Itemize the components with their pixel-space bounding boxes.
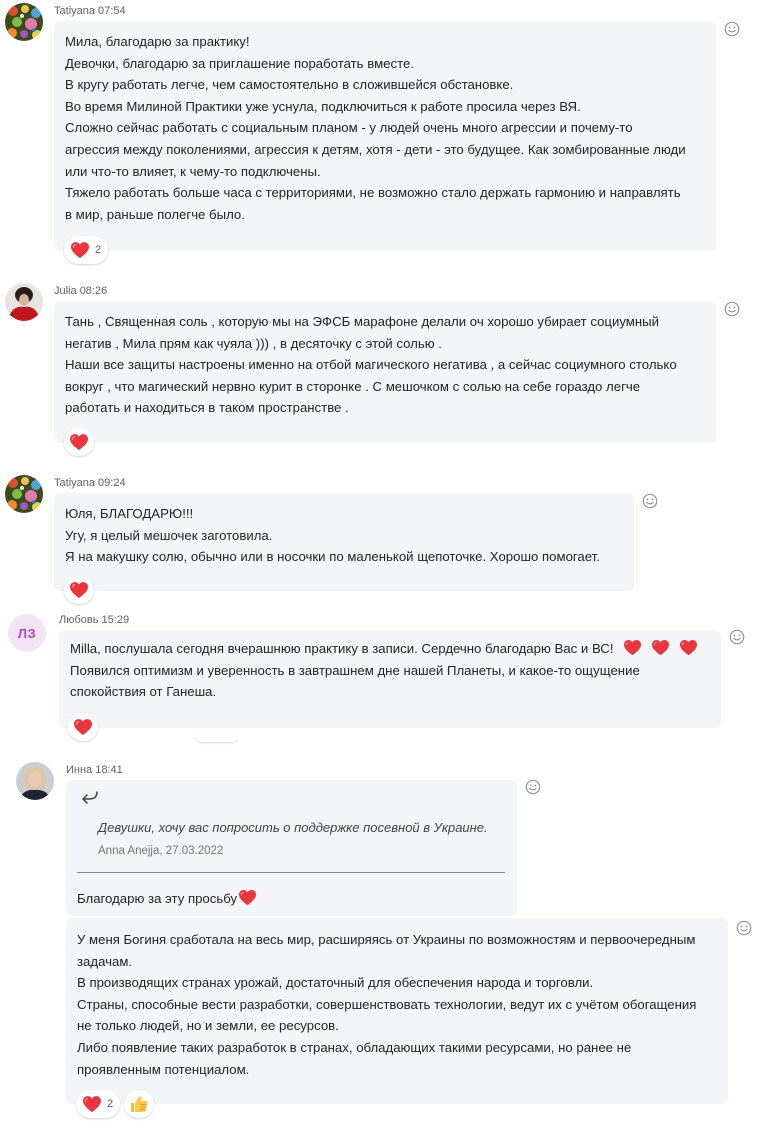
heart-emoji-icon <box>623 639 642 656</box>
heart-icon <box>73 718 93 736</box>
text-line: Milla, послушала сегодня вчерашнюю практ… <box>70 638 698 660</box>
reaction-heart[interactable] <box>68 713 98 741</box>
message-meta: Tatiyana 07:54 <box>54 5 126 17</box>
add-reaction-icon[interactable] <box>723 300 741 318</box>
reaction-count: 2 <box>107 1098 114 1110</box>
add-reaction-icon[interactable] <box>723 20 741 38</box>
message-text: Тань , Священная соль , которую мы на ЭФ… <box>65 311 677 419</box>
heart-emoji-icon <box>679 639 698 656</box>
avatar[interactable] <box>5 283 43 321</box>
text-line: Либо появление таких разработок в страна… <box>77 1039 632 1055</box>
hover-toolbar-edge <box>196 736 238 742</box>
avatar[interactable] <box>5 475 43 513</box>
reaction-heart[interactable]: 2 <box>64 236 108 264</box>
text-line: Тяжело работать больше часа с территория… <box>65 185 681 201</box>
text-span: Milla, послушала сегодня вчерашнюю практ… <box>70 641 614 656</box>
timestamp: 18:41 <box>95 764 123 776</box>
text-line: вокруг , что магический нервно курит в с… <box>65 378 641 394</box>
quoted-message-author: Anna Anejja, 27.03.2022 <box>98 845 224 857</box>
quoted-message-text[interactable]: Девушки, хочу вас попросить о поддержке … <box>98 820 488 835</box>
text-line: агрессия между поколениями, агрессия к д… <box>65 141 686 157</box>
text-line: задачам. <box>77 953 133 969</box>
text-span: Благодарю за эту просьбу <box>77 891 238 906</box>
quote-divider <box>77 872 505 873</box>
thumbs-up-icon <box>131 1096 148 1112</box>
reaction-heart[interactable] <box>64 428 94 456</box>
timestamp: 15:29 <box>101 614 130 626</box>
text-line: У меня Богиня сработала на весь мир, рас… <box>77 932 696 947</box>
text-line: Я на макушку солю, обычно или в носочки … <box>65 549 600 565</box>
text-line: Угу, я целый мешочек заготовила. <box>65 527 273 543</box>
add-reaction-icon[interactable] <box>641 492 659 510</box>
text-line: Мила, благодарю за практику! <box>65 34 250 49</box>
message-text: Мила, благодарю за практику! Девочки, бл… <box>65 31 686 225</box>
message-meta: Инна 18:41 <box>66 764 123 776</box>
reply-arrow-icon <box>82 791 98 804</box>
add-reaction-icon[interactable] <box>728 628 746 646</box>
text-line: спокойствия от Ганеша. <box>70 684 217 700</box>
author-name: Tatiyana <box>54 5 95 17</box>
avatar-initials: ЛЗ <box>17 625 37 641</box>
message-text: Milla, послушала сегодня вчерашнюю практ… <box>70 638 698 703</box>
text-line: Сложно сейчас работать с социальным план… <box>65 120 633 136</box>
timestamp: 09:24 <box>98 477 126 489</box>
add-reaction-icon[interactable] <box>524 778 542 796</box>
text-line: Страны, способные вести разработки, сове… <box>77 996 697 1012</box>
heart-icon <box>82 1095 102 1113</box>
avatar[interactable] <box>5 3 43 41</box>
author-name: Инна <box>66 764 93 776</box>
text-line: Во время Милиной Практики уже уснула, по… <box>65 98 581 114</box>
reaction-heart[interactable]: 2 <box>76 1090 120 1118</box>
author-name: Tatiyana <box>54 477 95 489</box>
text-line: не только людей, но и земли, ее ресурсов… <box>77 1018 339 1034</box>
heart-emoji-icon <box>651 639 670 656</box>
timestamp: 07:54 <box>98 5 126 17</box>
reaction-heart[interactable] <box>64 576 94 604</box>
heart-emoji-icon <box>238 889 257 906</box>
text-line: негатив , Мила прям как чуяла ))) , в де… <box>65 335 442 351</box>
text-line: Девочки, благодарю за приглашение порабо… <box>65 55 414 71</box>
add-reaction-icon[interactable] <box>735 919 753 937</box>
heart-icon <box>69 433 89 451</box>
timestamp: 08:26 <box>79 285 108 297</box>
message-meta: Tatiyana 09:24 <box>54 477 126 489</box>
text-line: проявленным потенциалом. <box>77 1061 250 1077</box>
avatar[interactable] <box>16 762 54 800</box>
text-line: Благодарю за эту просьбу <box>77 888 257 910</box>
text-line: В производящих странах урожай, достаточн… <box>77 975 594 991</box>
reaction-thumbs-up[interactable] <box>124 1090 154 1118</box>
text-line: работать и находиться в таком пространст… <box>65 400 349 416</box>
reaction-count: 2 <box>95 244 102 256</box>
text-line: Появился оптимизм и уверенность в завтра… <box>70 662 640 678</box>
message-text: Юля, БЛАГОДАРЮ!!! Угу, я целый мешочек з… <box>65 503 600 568</box>
message-text: У меня Богиня сработала на весь мир, рас… <box>77 929 696 1080</box>
author-name: Любовь <box>59 614 99 626</box>
text-line: или что-то влияет, к чему-то подключены. <box>65 163 321 179</box>
message-text: Благодарю за эту просьбу <box>77 888 257 910</box>
text-line: Юля, БЛАГОДАРЮ!!! <box>65 506 194 521</box>
text-line: В кругу работать легче, чем самостоятель… <box>65 77 514 93</box>
text-line: в мир, раньше полегче было. <box>65 206 245 222</box>
heart-icon <box>70 241 90 259</box>
message-meta: Julia 08:26 <box>54 285 107 297</box>
author-name: Julia <box>54 285 77 297</box>
text-line: Наши все защиты настроены именно на отбо… <box>65 357 677 373</box>
heart-icon <box>69 581 89 599</box>
message-meta: Любовь 15:29 <box>59 614 129 626</box>
avatar[interactable]: ЛЗ <box>8 614 46 652</box>
text-line: Тань , Священная соль , которую мы на ЭФ… <box>65 314 659 329</box>
